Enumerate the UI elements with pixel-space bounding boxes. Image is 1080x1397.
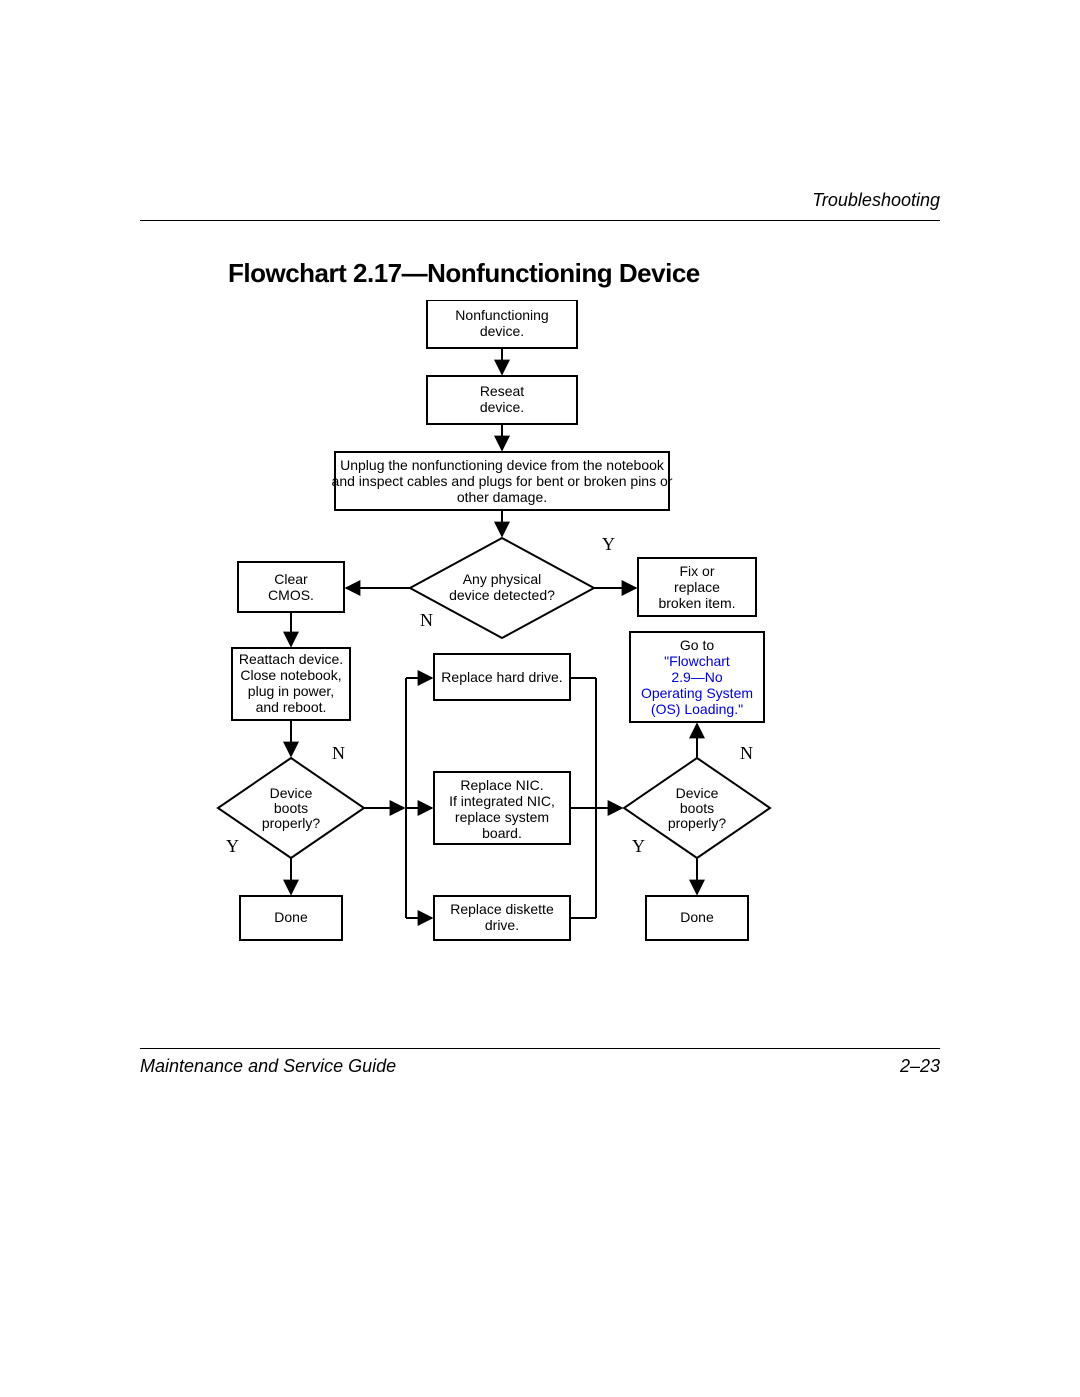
svg-text:Done: Done — [680, 909, 714, 925]
svg-text:Unplug the nonfunctioning devi: Unplug the nonfunctioning device from th… — [340, 457, 665, 473]
decision-boots-left: Device boots properly? — [218, 758, 364, 858]
svg-text:Replace hard drive.: Replace hard drive. — [441, 669, 562, 685]
node-start: Nonfunctioning device. — [427, 300, 577, 348]
svg-text:Device: Device — [270, 785, 313, 801]
node-goto: Go to "Flowchart 2.9—No Operating System… — [630, 632, 764, 722]
label-physical-no: N — [420, 610, 433, 630]
node-reattach: Reattach device. Close notebook, plug in… — [232, 648, 350, 720]
svg-text:Go to: Go to — [680, 637, 714, 653]
svg-text:replace system: replace system — [455, 809, 549, 825]
svg-text:Done: Done — [274, 909, 308, 925]
svg-text:plug in power,: plug in power, — [248, 683, 334, 699]
svg-text:properly?: properly? — [668, 815, 727, 831]
svg-text:CMOS.: CMOS. — [268, 587, 314, 603]
flowchart-svg: Nonfunctioning device. Reseat device. Un… — [140, 300, 940, 1040]
svg-text:Clear: Clear — [274, 571, 308, 587]
svg-text:device.: device. — [480, 323, 524, 339]
svg-text:Fix or: Fix or — [680, 563, 715, 579]
svg-text:Replace diskette: Replace diskette — [450, 901, 554, 917]
svg-text:device detected?: device detected? — [449, 587, 555, 603]
node-clear-cmos: Clear CMOS. — [238, 562, 344, 612]
svg-text:Replace NIC.: Replace NIC. — [460, 777, 543, 793]
svg-text:Any physical: Any physical — [463, 571, 542, 587]
svg-text:board.: board. — [482, 825, 522, 841]
svg-text:broken item.: broken item. — [658, 595, 735, 611]
decision-boots-right: Device boots properly? — [624, 758, 770, 858]
label-boots-right-yes: Y — [632, 836, 645, 856]
label-boots-left-yes: Y — [226, 836, 239, 856]
label-boots-right-no: N — [740, 743, 753, 763]
page-title: Flowchart 2.17—Nonfunctioning Device — [228, 258, 700, 289]
svg-text:drive.: drive. — [485, 917, 519, 933]
header-rule — [140, 220, 940, 221]
page: Troubleshooting Flowchart 2.17—Nonfuncti… — [140, 140, 940, 1240]
node-done-left: Done — [240, 896, 342, 940]
label-physical-yes: Y — [602, 534, 615, 554]
decision-physical: Any physical device detected? — [410, 538, 594, 638]
svg-text:properly?: properly? — [262, 815, 321, 831]
node-unplug: Unplug the nonfunctioning device from th… — [332, 452, 673, 510]
svg-text:device.: device. — [480, 399, 524, 415]
svg-text:Close notebook,: Close notebook, — [240, 667, 341, 683]
svg-text:other damage.: other damage. — [457, 489, 547, 505]
node-done-right: Done — [646, 896, 748, 940]
goto-link-line-1[interactable]: "Flowchart — [664, 653, 730, 669]
svg-text:If integrated NIC,: If integrated NIC, — [449, 793, 555, 809]
svg-text:and reboot.: and reboot. — [256, 699, 327, 715]
goto-link-line-3[interactable]: Operating System — [641, 685, 753, 701]
svg-text:Nonfunctioning: Nonfunctioning — [455, 307, 548, 323]
svg-text:Reseat: Reseat — [480, 383, 524, 399]
svg-text:Device: Device — [676, 785, 719, 801]
footer-guide-label: Maintenance and Service Guide — [140, 1056, 396, 1077]
footer-rule — [140, 1048, 940, 1049]
svg-text:boots: boots — [274, 800, 308, 816]
footer-page-number: 2–23 — [900, 1056, 940, 1077]
label-boots-left-no: N — [332, 743, 345, 763]
goto-link-line-4[interactable]: (OS) Loading." — [651, 701, 743, 717]
node-replace-hd: Replace hard drive. — [434, 654, 570, 700]
svg-text:replace: replace — [674, 579, 720, 595]
node-fix: Fix or replace broken item. — [638, 558, 756, 616]
node-replace-nic: Replace NIC. If integrated NIC, replace … — [434, 772, 570, 844]
goto-link-line-2[interactable]: 2.9—No — [671, 669, 723, 685]
node-reseat: Reseat device. — [427, 376, 577, 424]
node-replace-diskette: Replace diskette drive. — [434, 896, 570, 940]
svg-text:boots: boots — [680, 800, 714, 816]
svg-text:and inspect cables and plugs f: and inspect cables and plugs for bent or… — [332, 473, 673, 489]
header-section: Troubleshooting — [812, 190, 940, 211]
svg-text:Reattach device.: Reattach device. — [239, 651, 343, 667]
